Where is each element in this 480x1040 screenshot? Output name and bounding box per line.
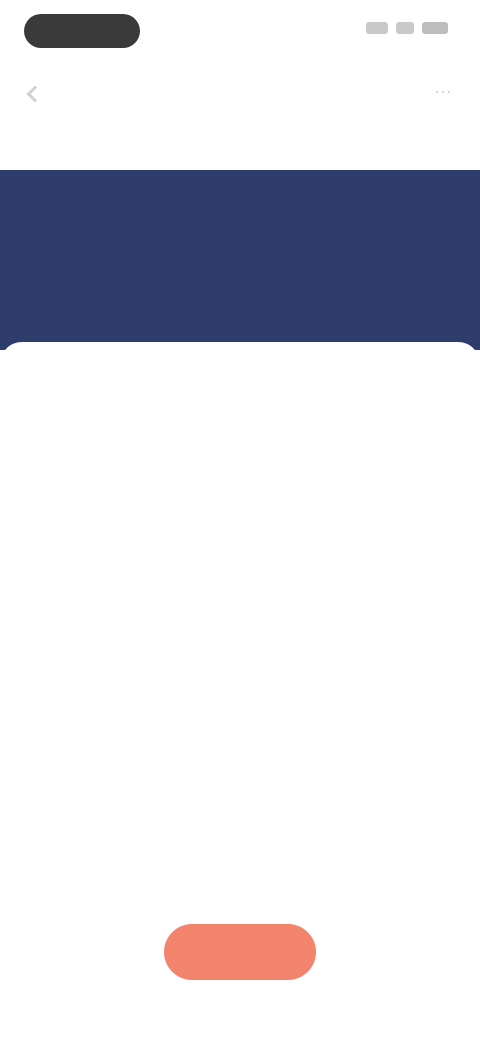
detail-card <box>0 342 480 472</box>
battery-icon <box>422 22 448 34</box>
status-icons <box>366 22 448 34</box>
back-button[interactable] <box>22 78 46 104</box>
navigation-bar: ··· <box>0 66 480 116</box>
chevron-left-icon <box>26 85 44 103</box>
primary-action-button[interactable] <box>164 924 316 980</box>
summary-banner <box>0 170 480 350</box>
sub-tabs <box>0 128 480 162</box>
wifi-icon <box>396 22 414 34</box>
signal-icon <box>366 22 388 34</box>
status-bar <box>0 0 480 62</box>
more-options-button[interactable]: ··· <box>428 78 458 104</box>
dynamic-island <box>24 14 140 48</box>
